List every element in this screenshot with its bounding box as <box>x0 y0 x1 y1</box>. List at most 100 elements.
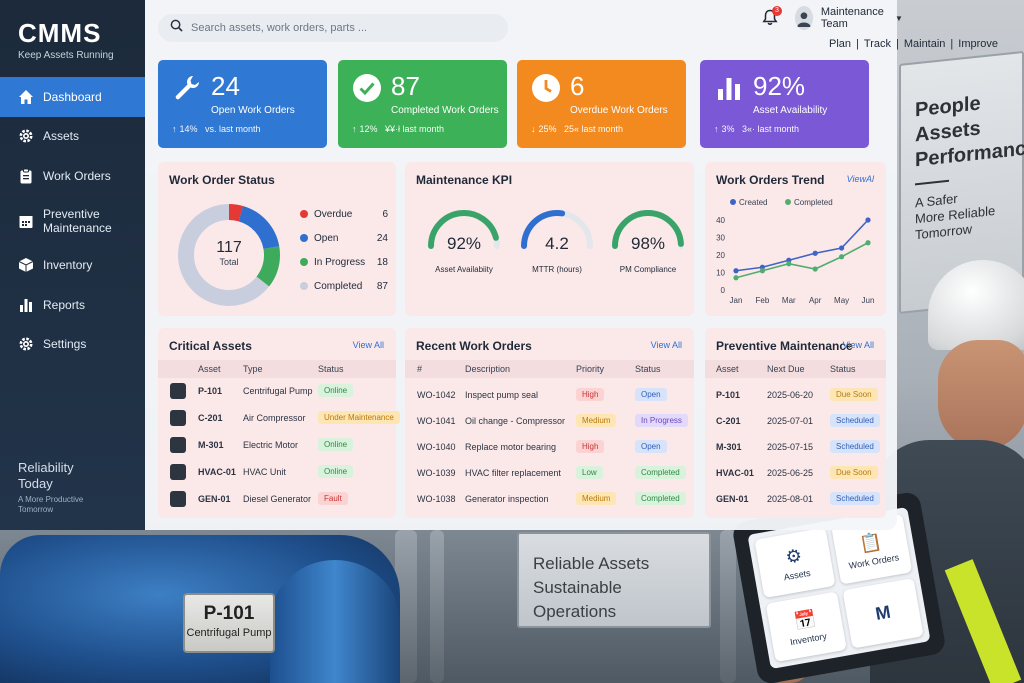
status-badge: Online <box>318 384 354 397</box>
next-due-date: 2025-08-01 <box>767 494 814 504</box>
search-bar[interactable] <box>158 14 508 42</box>
data-point-created[interactable] <box>812 250 818 256</box>
y-tick-label: 10 <box>716 269 725 278</box>
asset-id: C-201 <box>716 416 741 426</box>
y-tick-label: 0 <box>721 286 726 295</box>
sidebar-item-dashboard[interactable]: Dashboard <box>0 77 145 117</box>
sidebar-footer: Reliability Today A More Productive Tomo… <box>18 460 98 515</box>
asset-thumbnail-icon <box>170 410 186 426</box>
stat-compare: 25« last month <box>564 124 624 134</box>
view-all-link[interactable]: View All <box>843 340 874 350</box>
tablet-tile-inventory[interactable]: 📅 Inventory <box>765 591 847 663</box>
gear-icon: ⚙ <box>784 544 804 568</box>
asset-type: Electric Motor <box>243 440 299 450</box>
asset-type: Centrifugal Pump <box>243 386 313 396</box>
sidebar-item-inventory[interactable]: Inventory <box>0 246 145 286</box>
stat-label: Asset Availability <box>753 105 828 116</box>
next-due-date: 2025-06-25 <box>767 468 814 478</box>
x-tick-label: Mar <box>782 296 796 305</box>
stat-change-value: 3% <box>721 124 735 134</box>
tablet-tile-assets[interactable]: ⚙ Assets <box>754 527 836 599</box>
chevron-down-icon: ▼ <box>895 13 903 23</box>
work-order-id: WO-1039 <box>417 468 456 478</box>
sidebar-item-settings[interactable]: Settings <box>0 325 145 365</box>
sidebar-item-assets[interactable]: Assets <box>0 117 145 157</box>
data-point-created[interactable] <box>839 245 845 251</box>
data-point-completed[interactable] <box>759 268 765 274</box>
column-header: Description <box>465 364 511 374</box>
data-point-completed[interactable] <box>812 266 818 272</box>
clipboard-icon <box>18 168 34 184</box>
sidebar-item-label: Reports <box>43 297 86 312</box>
stat-compare: vs. last month <box>205 124 261 134</box>
avatar <box>795 6 813 30</box>
x-tick-label: Apr <box>809 296 822 305</box>
stat-change: ↑ 12% ¥¥·ł last month <box>352 124 444 134</box>
asset-type: Diesel Generator <box>243 494 312 504</box>
calendar-icon <box>18 213 34 229</box>
notification-badge: 3 <box>772 6 782 16</box>
header-tagline: Plan | Track | Maintain | Improve <box>829 38 998 50</box>
tagline-separator: | <box>856 38 859 50</box>
tablet-tile-chart[interactable]: M <box>842 577 924 649</box>
legend-label: Open <box>314 233 339 244</box>
status-badge: Completed <box>635 466 686 479</box>
dashboard-panel: 3 Maintenance Team ▼ Plan | Track | Maintain… <box>145 0 998 530</box>
gauge-value: 4.2 <box>545 234 569 253</box>
sidebar-item-reports[interactable]: Reports <box>0 285 145 325</box>
user-menu[interactable]: Maintenance Team ▼ <box>795 6 903 30</box>
gear-icon <box>18 128 34 144</box>
gauge-label: PM Compliance <box>619 265 677 274</box>
y-tick-label: 20 <box>716 251 725 260</box>
sidebar: CMMS Keep Assets Running Dashboard Asset… <box>0 0 145 530</box>
status-badge: Under Maintenance <box>318 411 400 424</box>
sidebar-item-work-orders[interactable]: Work Orders <box>0 156 145 196</box>
pump-nameplate: P-101 Centrifugal Pump <box>183 593 275 653</box>
notifications-button[interactable]: 3 <box>762 6 782 27</box>
legend-label: Completed <box>794 198 833 207</box>
legend-item-overdue: Overdue 6 <box>300 209 388 220</box>
sidebar-item-preventive-maintenance[interactable]: Preventive Maintenance <box>0 196 145 246</box>
sidebar-footer-subtitle: A More Productive Tomorrow <box>18 495 84 514</box>
stat-value: 87 <box>391 71 420 101</box>
data-point-completed[interactable] <box>733 275 739 281</box>
view-all-link[interactable]: View All <box>651 340 682 350</box>
pipe <box>430 530 444 683</box>
stat-value: 92% <box>753 71 806 101</box>
next-due-date: 2025-07-01 <box>767 416 814 426</box>
view-all-link[interactable]: ViewAl <box>847 174 874 184</box>
hard-hat <box>928 260 1024 350</box>
data-point-created[interactable] <box>865 217 871 223</box>
wall-sign-middle: Reliable Assets Sustainable Operations <box>517 532 711 628</box>
gauge-value: 92% <box>446 234 482 253</box>
data-point-completed[interactable] <box>865 240 871 246</box>
arrow-up-icon: ↑ <box>352 124 357 134</box>
stat-card-open-work-orders[interactable]: 24 Open Work Orders ↑ 14% vs. last month <box>158 60 327 148</box>
sidebar-item-label: Dashboard <box>43 89 102 104</box>
stat-value: 24 <box>211 71 240 101</box>
stat-change: ↓ 25% 25« last month <box>531 124 623 134</box>
tagline-separator: | <box>950 38 954 50</box>
clipboard-icon: 📋 <box>857 530 884 555</box>
critical-assets-card: Critical Assets View All Asset Type Stat… <box>158 328 400 518</box>
legend-dot <box>300 282 308 291</box>
priority-badge: Medium <box>576 414 617 427</box>
stat-card-overdue-work-orders[interactable]: 6 Overdue Work Orders ↓ 25% 25« last mont… <box>517 60 686 148</box>
status-badge: Due Soon <box>830 388 878 401</box>
stat-card-completed-work-orders[interactable]: 87 Completed Work Orders ↑ 12% ¥¥·ł last … <box>338 60 507 148</box>
data-point-completed[interactable] <box>839 254 845 260</box>
work-order-status-card: Work Order Status 117 Total Overdue 6 Ope… <box>158 162 396 316</box>
stat-card-asset-availability[interactable]: 92% Asset Availability ↑ 3% 3«· last mont… <box>700 60 869 148</box>
column-header: Status <box>635 364 661 374</box>
data-point-created[interactable] <box>733 268 739 274</box>
column-header: Asset <box>198 364 221 374</box>
legend-value: 24 <box>376 233 388 244</box>
view-all-link[interactable]: View All <box>353 340 384 350</box>
data-point-completed[interactable] <box>786 261 792 267</box>
brand: CMMS Keep Assets Running <box>0 0 145 61</box>
search-input[interactable] <box>191 22 491 34</box>
search-icon <box>170 19 183 37</box>
legend-dot <box>300 258 308 267</box>
work-order-description: HVAC filter replacement <box>465 468 561 478</box>
stat-change-value: 14% <box>179 124 198 134</box>
